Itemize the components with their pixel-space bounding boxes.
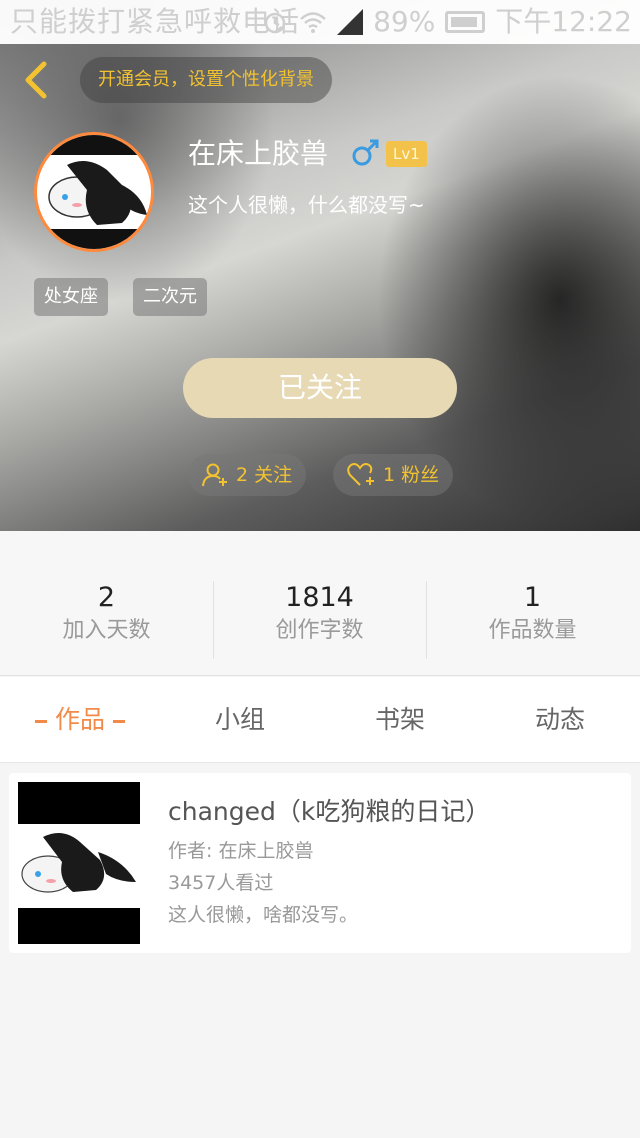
avatar[interactable] <box>34 132 154 252</box>
stats-bar: 2 加入天数 1814 创作字数 1 作品数量 <box>0 531 640 676</box>
stat-label: 作品数量 <box>488 618 577 643</box>
male-icon <box>352 139 379 166</box>
stat-join-days: 2 加入天数 <box>0 581 213 647</box>
tab-label: 作品 <box>54 705 105 734</box>
bio: 这个人很懒，什么都没写~ <box>188 193 425 217</box>
followed-button[interactable]: 已关注 <box>183 358 457 418</box>
stat-works-count: 1 作品数量 <box>426 581 639 647</box>
fans-label: 1 粉丝 <box>383 464 440 486</box>
stat-value: 2 <box>97 582 116 613</box>
works-list: changed（k吃狗粮的日记） 作者: 在床上胶兽 3457人看过 这人很懒，… <box>0 764 640 1138</box>
stat-word-count: 1814 创作字数 <box>213 581 426 647</box>
following-count-button[interactable]: 2 关注 <box>188 454 307 496</box>
work-title: changed（k吃狗粮的日记） <box>168 797 491 826</box>
stat-label: 创作字数 <box>275 618 364 643</box>
stat-label: 加入天数 <box>62 618 151 643</box>
tab-indicator <box>34 719 47 723</box>
alarm-icon <box>264 12 286 34</box>
work-views: 3457人看过 <box>168 872 274 894</box>
heart-plus-icon <box>347 463 374 486</box>
following-label: 2 关注 <box>236 464 293 486</box>
username: 在床上胶兽 <box>188 137 329 170</box>
status-icons: 89% 下午12:22 <box>261 0 632 44</box>
back-chevron-icon[interactable] <box>18 58 58 102</box>
vip-background-button[interactable]: 开通会员，设置个性化背景 <box>80 57 332 103</box>
work-card[interactable]: changed（k吃狗粮的日记） 作者: 在床上胶兽 3457人看过 这人很懒，… <box>9 773 631 953</box>
tab-groups[interactable]: 小组 <box>160 677 320 763</box>
tab-bar: 作品 小组 书架 动态 <box>0 677 640 763</box>
work-author: 作者: 在床上胶兽 <box>168 840 314 862</box>
battery-percent: 89% <box>373 5 436 38</box>
profile-header: 只能拨打紧急呼救电话 89% 下午12:22 开通会员，设置个性化背景 在床上胶… <box>0 0 640 531</box>
stat-value: 1814 <box>285 582 354 613</box>
tab-works[interactable]: 作品 <box>0 677 160 763</box>
stat-value: 1 <box>523 582 542 613</box>
tab-bookshelf[interactable]: 书架 <box>320 677 480 763</box>
tab-activity[interactable]: 动态 <box>480 677 640 763</box>
clock: 下午12:22 <box>495 5 632 38</box>
tag-interest: 二次元 <box>133 278 207 316</box>
work-description: 这人很懒，啥都没写。 <box>168 904 359 926</box>
tab-indicator <box>113 719 125 723</box>
status-bar: 只能拨打紧急呼救电话 89% 下午12:22 <box>0 0 640 44</box>
tag-constellation: 处女座 <box>34 278 108 316</box>
level-badge: Lv1 <box>386 141 427 167</box>
user-add-icon <box>202 463 227 487</box>
battery-icon <box>445 11 486 33</box>
wifi-icon <box>300 12 326 33</box>
avatar-image <box>37 135 151 249</box>
work-cover-image <box>18 782 140 944</box>
fans-count-button[interactable]: 1 粉丝 <box>333 454 454 496</box>
signal-icon <box>337 9 364 35</box>
cover-art <box>18 782 140 944</box>
carrier-text: 只能拨打紧急呼救电话 <box>10 5 301 38</box>
